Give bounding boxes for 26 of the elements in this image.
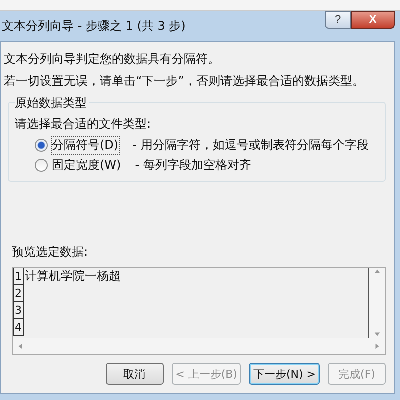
group-title: 原始数据类型 [15, 96, 89, 110]
dialog-button[interactable]: 取消 [106, 363, 164, 385]
row-number: 1 [13, 268, 24, 285]
dialog-button[interactable]: 下一步(N) > [249, 363, 320, 385]
radio-button[interactable] [35, 138, 48, 152]
help-button[interactable]: ? [325, 11, 351, 29]
option-description: - 每列字段加空格对齐 [135, 156, 252, 174]
option-description: - 用分隔字符，如逗号或制表符分隔每个字段 [132, 136, 369, 154]
left-arrow-icon[interactable] [17, 342, 24, 350]
instruction-text: 文本分列向导判定您的数据具有分隔符。 [4, 51, 221, 68]
right-arrow-icon[interactable] [374, 342, 381, 350]
row-number: 2 [13, 285, 24, 302]
radio-label[interactable]: 分隔符号(D) [52, 136, 119, 154]
up-arrow-icon[interactable] [374, 268, 380, 275]
preview-cell: 计算机学院一杨超 [24, 268, 121, 285]
window-title: 文本分列向导 - 步骤之 1 (共 3 步) [2, 18, 186, 34]
preview-label: 预览选定数据: [12, 244, 90, 261]
instruction-text: 若一切设置无误，请单击“下一步”，否则请选择最合适的数据类型。 [4, 73, 366, 90]
radio-button[interactable] [35, 158, 48, 172]
row-number: 4 [13, 319, 24, 336]
down-arrow-icon[interactable] [374, 331, 380, 338]
radio-label[interactable]: 固定宽度(W) [52, 156, 122, 174]
horizontal-scrollbar[interactable] [13, 338, 385, 354]
row-number: 3 [13, 302, 24, 319]
prompt-text: 请选择最合适的文件类型: [15, 116, 152, 133]
vertical-scrollbar[interactable] [369, 268, 385, 338]
